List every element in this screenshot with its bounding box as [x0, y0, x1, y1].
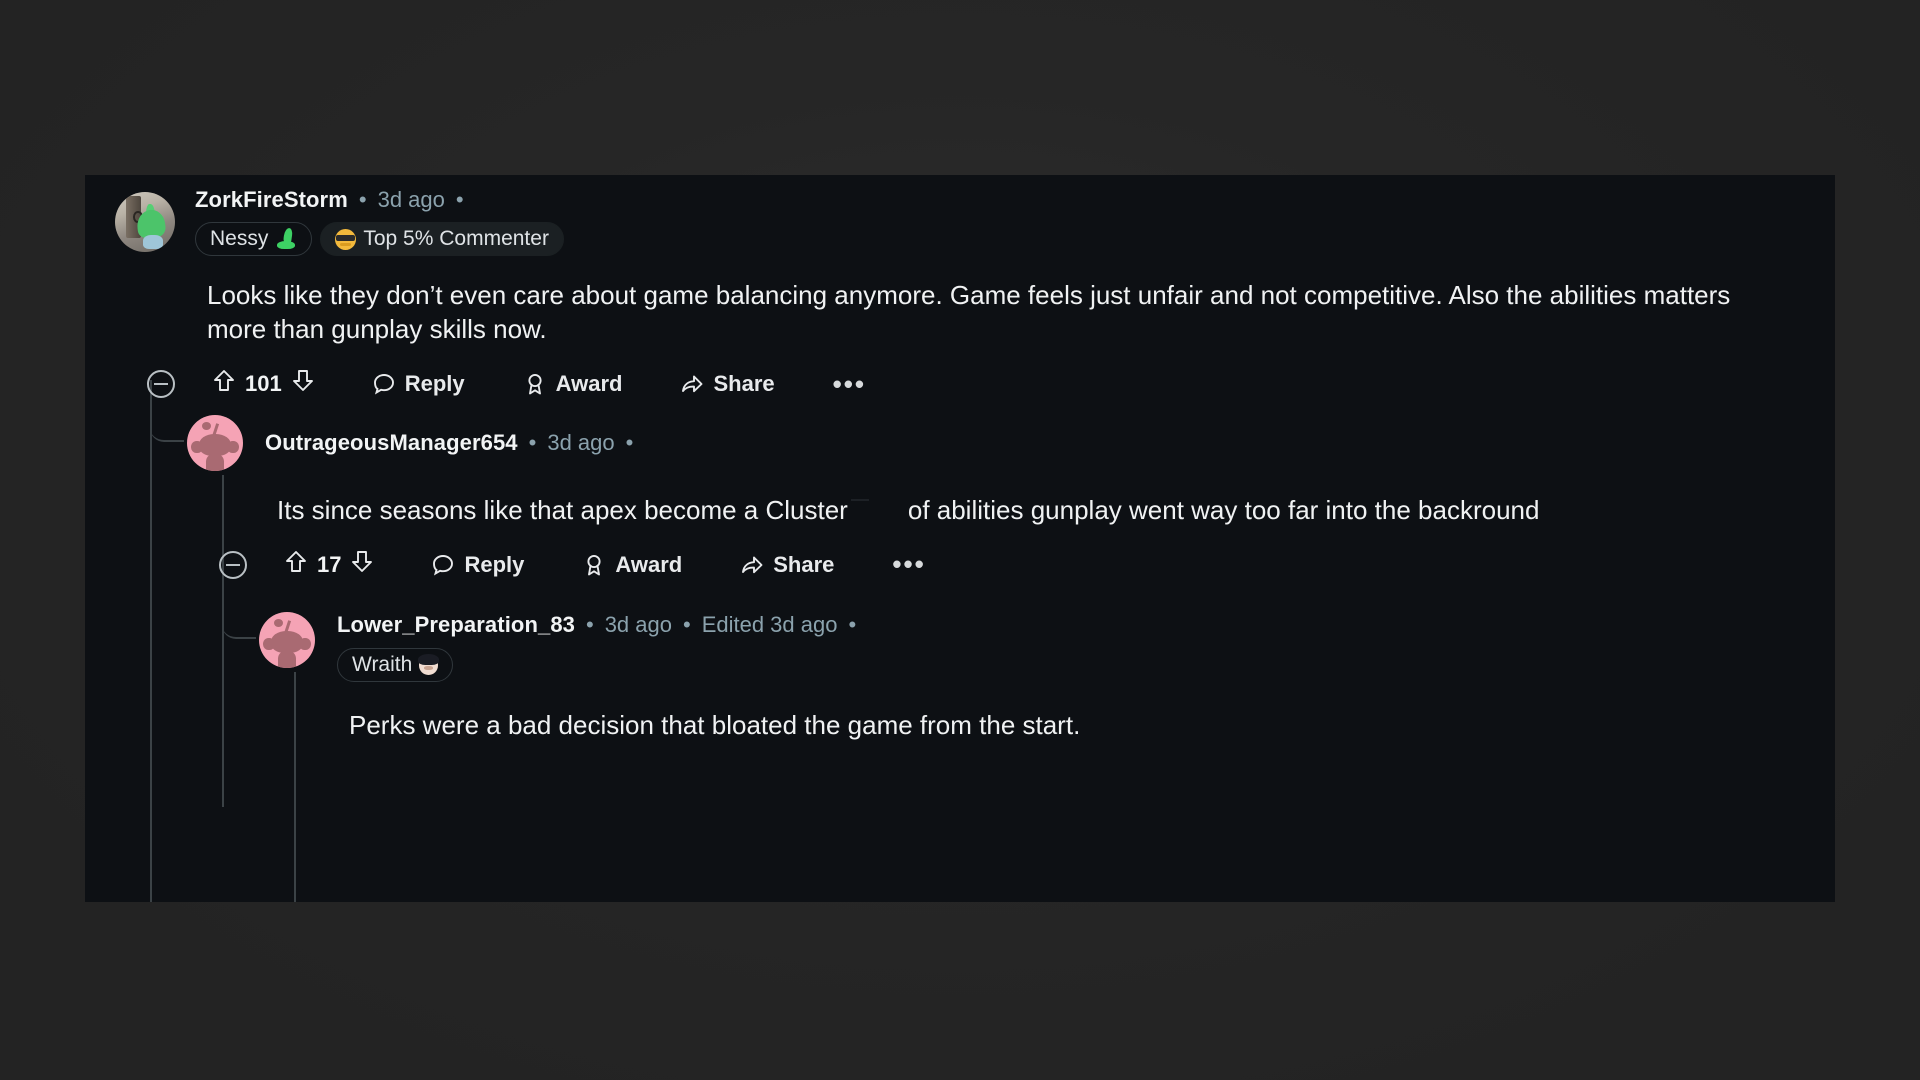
redacted-text-block	[847, 493, 908, 519]
reply-label: Reply	[404, 371, 465, 397]
upvote-button[interactable]	[213, 369, 235, 399]
badge-wraith[interactable]: Wraith	[337, 648, 454, 682]
snoo-antenna-ball	[273, 618, 284, 628]
reply-button[interactable]: Reply	[431, 552, 524, 578]
more-options-button[interactable]: •••	[892, 549, 925, 580]
user-badges: Nessy Top 5% Commenter	[195, 222, 564, 256]
comment-header: ZorkFireStorm • 3d ago • Nessy Top 5% Co…	[115, 187, 1815, 256]
comment-timestamp: 3d ago	[547, 430, 615, 455]
comment-username[interactable]: Lower_Preparation_83	[337, 612, 575, 638]
share-label: Share	[773, 551, 835, 577]
award-label: Award	[555, 371, 623, 397]
comment-body: Its since seasons like that apex become …	[277, 493, 1697, 527]
collapse-thread-button[interactable]	[147, 370, 175, 399]
share-arrow-icon	[680, 372, 704, 396]
user-avatar-lower-preparation-83[interactable]	[259, 612, 315, 668]
comment-action-bar: 17 Reply Award Share •••	[219, 549, 1817, 580]
badge-label: Nessy	[210, 227, 269, 250]
comment-timestamp: 3d ago	[377, 187, 445, 212]
share-label: Share	[713, 371, 775, 397]
comment-header: Lower_Preparation_83 • 3d ago • Edited 3…	[259, 612, 1819, 682]
meta-separator: •	[358, 187, 367, 212]
meta-separator: •	[625, 430, 634, 455]
thread-curve-depth-2	[222, 577, 256, 639]
award-button[interactable]: Award	[523, 371, 623, 397]
snoo-head	[199, 434, 231, 457]
award-label: Award	[615, 551, 683, 577]
meta-separator: •	[585, 612, 594, 637]
share-button[interactable]: Share	[740, 552, 834, 578]
upvote-button[interactable]	[285, 550, 307, 580]
comment-depth-0: ZorkFireStorm • 3d ago • Nessy Top 5% Co…	[115, 187, 1815, 400]
comment-header: OutrageousManager654 • 3d ago •	[187, 415, 1817, 471]
speech-bubble-icon	[372, 372, 396, 396]
downvote-button[interactable]	[292, 369, 314, 399]
avatar-photo-detail	[142, 234, 163, 250]
sunglasses-emoji-icon	[335, 228, 357, 250]
comment-depth-2: Lower_Preparation_83 • 3d ago • Edited 3…	[259, 612, 1819, 742]
comment-timestamp: 3d ago	[604, 612, 672, 637]
snoo-antenna-ball	[201, 421, 212, 431]
nessy-emoji-icon	[275, 228, 297, 250]
meta-separator: •	[528, 430, 537, 455]
award-medal-icon	[582, 553, 606, 577]
snoo-body	[278, 651, 296, 668]
speech-bubble-icon	[431, 553, 455, 577]
share-button[interactable]: Share	[680, 371, 775, 397]
comment-username[interactable]: OutrageousManager654	[265, 430, 518, 456]
reply-label: Reply	[464, 551, 525, 577]
vote-score: 17	[317, 551, 342, 577]
badge-label: Top 5% Commenter	[363, 227, 549, 250]
user-avatar-zorkfirestorm[interactable]	[115, 191, 175, 252]
comment-depth-1: OutrageousManager654 • 3d ago • Its sinc…	[187, 415, 1817, 580]
snoo-body	[206, 454, 224, 471]
meta-separator: •	[455, 187, 464, 212]
comment-body-text-part-1: Its since seasons like that apex become …	[277, 495, 848, 525]
share-arrow-icon	[740, 553, 764, 577]
award-button[interactable]: Award	[582, 552, 682, 578]
comment-action-bar: 101 Reply Award Share •••	[147, 369, 1815, 400]
meta-separator: •	[848, 612, 857, 637]
reply-button[interactable]: Reply	[372, 371, 465, 397]
vote-group: 17	[285, 550, 373, 580]
badge-label: Wraith	[352, 653, 413, 676]
comment-body: Looks like they don’t even care about ga…	[207, 280, 1731, 345]
wraith-emoji-icon	[418, 653, 440, 675]
award-medal-icon	[523, 372, 547, 396]
more-options-button[interactable]: •••	[833, 369, 866, 400]
badge-nessy[interactable]: Nessy	[195, 222, 313, 256]
snoo-head	[271, 631, 303, 654]
comment-body-text-part-2: of abilities gunplay went way too far in…	[907, 495, 1540, 525]
user-avatar-outrageousmanager654[interactable]	[187, 415, 243, 471]
comment-username[interactable]: ZorkFireStorm	[195, 187, 348, 213]
vote-score: 101	[245, 371, 282, 397]
comment-body: Perks were a bad decision that bloated t…	[349, 710, 1081, 740]
thread-line-depth-0	[150, 380, 152, 902]
comment-thread-card: ZorkFireStorm • 3d ago • Nessy Top 5% Co…	[85, 175, 1835, 902]
collapse-thread-button[interactable]	[219, 550, 247, 579]
badge-top-commenter[interactable]: Top 5% Commenter	[320, 222, 564, 256]
user-badges: Wraith	[337, 648, 858, 682]
meta-separator: •	[682, 612, 691, 637]
comment-edited-label: Edited 3d ago	[701, 612, 838, 637]
vote-group: 101	[213, 369, 314, 399]
downvote-button[interactable]	[351, 550, 373, 580]
